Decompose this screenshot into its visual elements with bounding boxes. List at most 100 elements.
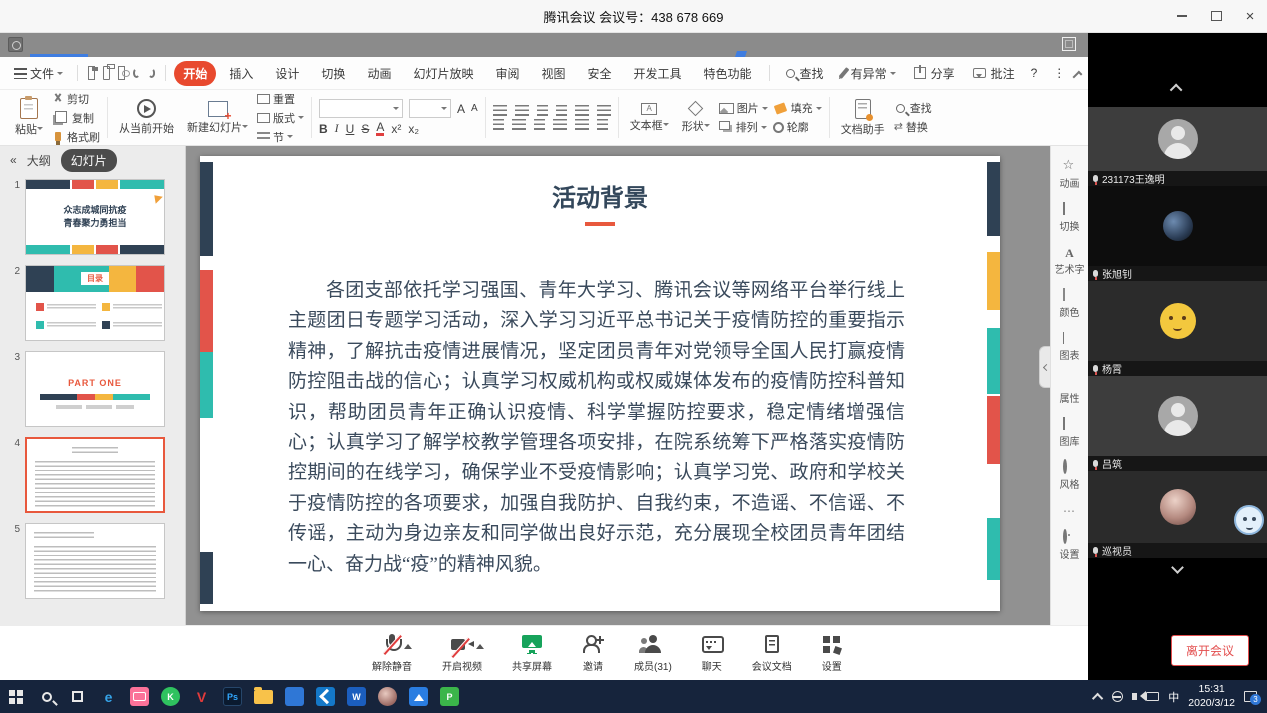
numbering-icon[interactable] (515, 105, 529, 116)
bold-button[interactable]: B (319, 122, 328, 136)
tab-security[interactable]: 安全 (579, 61, 621, 86)
leave-meeting-button[interactable]: 离开会议 (1171, 635, 1249, 666)
undo-icon[interactable] (133, 68, 140, 78)
word-app[interactable]: W (341, 680, 372, 713)
participant-tile[interactable]: 吕筑 (1088, 376, 1267, 471)
align-center-icon[interactable] (512, 119, 526, 130)
animation-pane-button[interactable]: 动画 (1060, 160, 1080, 190)
tray-expand-icon[interactable] (1092, 692, 1103, 703)
invite-button[interactable]: 邀请 (582, 634, 604, 673)
panel-collapse-handle[interactable] (1039, 346, 1050, 388)
more-button[interactable]: ⋮ (1047, 63, 1071, 83)
font-size-select[interactable] (409, 99, 451, 118)
collapse-panel-button[interactable]: « (10, 153, 17, 167)
slide-thumbnail-3[interactable]: PART ONE (25, 351, 165, 427)
superscript-button[interactable]: x² (391, 122, 401, 136)
tab-insert[interactable]: 插入 (220, 61, 262, 86)
doc-assistant-button[interactable]: 文档助手 (837, 99, 889, 137)
outdent-icon[interactable] (537, 105, 548, 116)
ribbon-comment[interactable]: 批注 (965, 62, 1021, 85)
ribbon-share[interactable]: 分享 (906, 62, 961, 85)
collapse-ribbon-icon[interactable] (1073, 70, 1083, 80)
new-slide-button[interactable]: 新建幻灯片 (183, 101, 252, 135)
notification-center-icon[interactable]: 3 (1244, 691, 1257, 702)
print-icon[interactable] (103, 66, 110, 80)
pdf-app[interactable]: P (434, 680, 465, 713)
shape-button[interactable]: 形状 (678, 101, 714, 134)
participant-tile[interactable]: 张旭钊 (1088, 186, 1267, 281)
slide-thumbnail-1[interactable]: 众志成城同抗疫 青春聚力勇担当 (25, 179, 165, 255)
blue-app[interactable] (279, 680, 310, 713)
format-painter-button[interactable]: 格式刷 (52, 129, 100, 145)
textbox-button[interactable]: A 文本框 (626, 103, 673, 133)
slide-thumbnail-5[interactable] (25, 523, 165, 599)
start-video-button[interactable]: 开启视频 (442, 634, 482, 673)
ribbon-find[interactable]: 查找 (778, 62, 830, 85)
tab-special-features[interactable]: 特色功能 (695, 61, 761, 86)
tab-developer[interactable]: 开发工具 (625, 61, 691, 86)
color-pane-button[interactable]: 颜色 (1060, 289, 1080, 319)
outline-button[interactable]: 轮廓 (773, 119, 822, 135)
decrease-font-icon[interactable]: A (471, 103, 478, 114)
task-view-button[interactable] (62, 680, 93, 713)
copy-button[interactable]: 复制 (52, 110, 100, 126)
layout-button[interactable]: 版式 (257, 110, 304, 126)
fill-button[interactable]: 填充 (773, 100, 822, 116)
file-explorer-app[interactable] (248, 680, 279, 713)
network-icon[interactable] (1112, 691, 1123, 702)
bullets-icon[interactable] (493, 105, 507, 116)
find-button[interactable]: 查找 (894, 100, 932, 116)
scroll-down-button[interactable] (1088, 558, 1267, 576)
play-from-current-button[interactable]: 从当前开始 (115, 99, 178, 136)
increase-font-icon[interactable]: A (457, 102, 465, 116)
properties-pane-button[interactable]: 属性 (1060, 375, 1080, 405)
print-preview-icon[interactable] (118, 66, 125, 80)
indent-icon[interactable] (556, 105, 567, 116)
line-spacing-icon[interactable] (575, 105, 589, 116)
redo-icon[interactable] (148, 68, 155, 78)
tab-slideshow[interactable]: 幻灯片放映 (404, 61, 482, 86)
file-menu[interactable]: 文件 (8, 62, 69, 85)
help-button[interactable]: ? (1025, 63, 1044, 83)
close-icon[interactable]: × (1243, 9, 1257, 23)
text-direction-icon[interactable] (597, 119, 608, 130)
align-left-icon[interactable] (493, 119, 504, 130)
ribbon-abnormal[interactable]: 有异常 (834, 62, 902, 85)
participant-tile[interactable]: 231173王逸明 (1088, 107, 1267, 186)
save-icon[interactable] (88, 66, 95, 80)
picture-button[interactable]: 图片 (719, 100, 768, 116)
floating-pet-widget[interactable] (1234, 505, 1264, 535)
tab-home[interactable]: 开始 (174, 61, 216, 86)
font-name-select[interactable] (319, 99, 403, 118)
meeting-settings-button[interactable]: 设置 (822, 634, 842, 673)
subscript-button[interactable]: x₂ (408, 122, 419, 136)
chevron-up-icon[interactable] (404, 640, 412, 649)
kugou-app[interactable]: K (155, 680, 186, 713)
chevron-up-icon[interactable] (476, 640, 484, 649)
photoshop-app[interactable]: Ps (217, 680, 248, 713)
style-pane-button[interactable]: 风格 (1060, 461, 1080, 491)
current-slide[interactable]: 活动背景 各团支部依托学习强国、青年大学习、腾讯会议等网络平台举行线上主题团日专… (200, 156, 1000, 611)
tab-animation[interactable]: 动画 (358, 61, 400, 86)
taskbar-clock[interactable]: 15:31 2020/3/12 (1188, 683, 1235, 709)
slide-thumbnail-4[interactable] (25, 437, 165, 513)
slide-thumbnail-2[interactable]: 目录 (25, 265, 165, 341)
tab-review[interactable]: 审阅 (486, 61, 528, 86)
edge-app[interactable]: e (93, 680, 124, 713)
section-button[interactable]: 节 (257, 129, 304, 145)
volume-icon[interactable] (1132, 693, 1137, 700)
tab-outline[interactable]: 大纲 (27, 152, 51, 169)
reset-button[interactable]: 重置 (257, 91, 304, 107)
columns-icon[interactable] (597, 105, 611, 116)
ime-indicator[interactable]: 中 (1168, 689, 1179, 705)
underline-button[interactable]: U (346, 122, 355, 136)
keyboard-icon[interactable] (1146, 692, 1159, 701)
share-screen-button[interactable]: 共享屏幕 (512, 634, 552, 673)
cut-button[interactable]: 剪切 (52, 91, 100, 107)
scroll-up-button[interactable] (1088, 79, 1267, 97)
bilibili-app[interactable] (124, 680, 155, 713)
maximize-icon[interactable] (1209, 9, 1223, 23)
tab-slides[interactable]: 幻灯片 (61, 149, 117, 172)
tab-transition[interactable]: 切换 (312, 61, 354, 86)
unmute-button[interactable]: 解除静音 (372, 634, 412, 673)
